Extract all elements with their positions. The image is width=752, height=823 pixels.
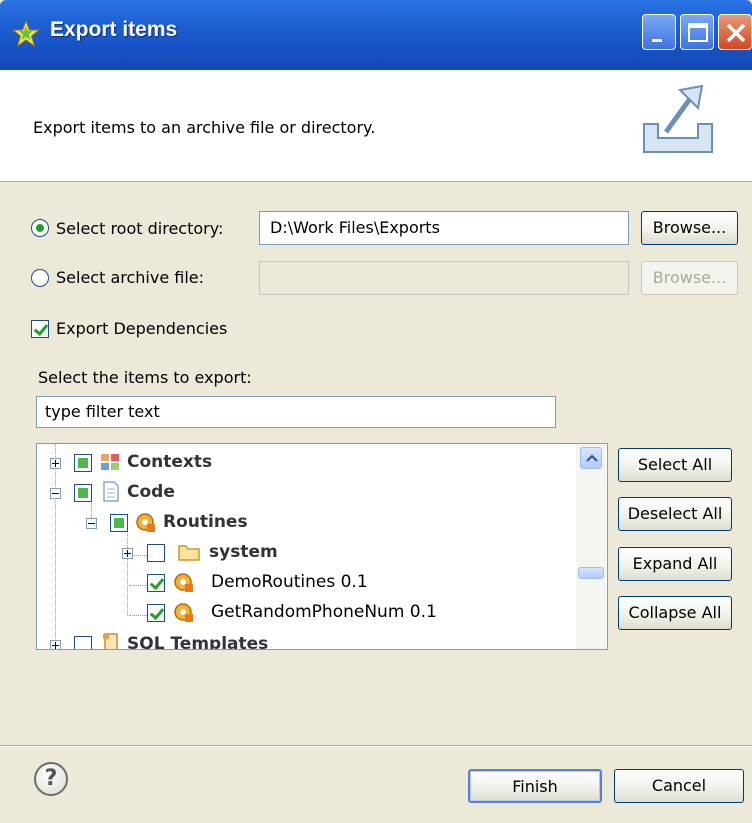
tree-item-label: SQL Templates: [127, 634, 269, 650]
items-tree[interactable]: Contexts Code Routines system DemoRoutin…: [36, 443, 608, 650]
select-all-button[interactable]: Select All: [618, 448, 732, 482]
expand-all-button[interactable]: Expand All: [618, 547, 732, 581]
archive-file-radio[interactable]: [31, 269, 49, 287]
tree-item-system[interactable]: system: [37, 538, 577, 568]
title-bar: Export items: [0, 0, 752, 70]
browse-root-button[interactable]: Browse...: [641, 211, 738, 245]
export-icon: [643, 84, 713, 153]
banner-message: Export items to an archive file or direc…: [33, 118, 376, 137]
expand-icon[interactable]: [50, 458, 61, 469]
close-icon: [726, 23, 746, 43]
folder-icon: [178, 545, 200, 561]
contexts-icon: [101, 454, 119, 470]
chevron-up-icon: [586, 454, 598, 462]
routine-icon: [174, 603, 193, 622]
document-icon: [103, 481, 119, 502]
tree-checkbox[interactable]: [74, 636, 92, 649]
tree-checkbox[interactable]: [147, 544, 165, 562]
tree-item-sql-templates[interactable]: SQL Templates: [37, 630, 577, 650]
routine-icon: [174, 573, 193, 592]
tree-item-label: Code: [127, 482, 175, 502]
tree-item-label: Routines: [163, 512, 248, 532]
items-section-label: Select the items to export:: [38, 368, 252, 387]
tree-checkbox[interactable]: [147, 574, 165, 592]
tree-item-label: GetRandomPhoneNum 0.1: [211, 602, 437, 622]
collapse-icon[interactable]: [86, 518, 97, 529]
tree-item-code[interactable]: Code: [37, 478, 577, 508]
window-title: Export items: [50, 18, 178, 41]
tree-checkbox[interactable]: [147, 604, 165, 622]
archive-file-field[interactable]: [259, 261, 629, 295]
tree-item-label: system: [209, 542, 278, 562]
deselect-all-button[interactable]: Deselect All: [618, 497, 732, 531]
tree-checkbox[interactable]: [74, 454, 92, 472]
tree-scrollbar[interactable]: [576, 444, 606, 649]
expand-icon[interactable]: [122, 548, 133, 559]
tree-item-contexts[interactable]: Contexts: [37, 448, 577, 478]
minimize-icon: [652, 39, 662, 42]
tree-checkbox[interactable]: [110, 514, 128, 532]
scroll-thumb[interactable]: [578, 567, 604, 579]
collapse-icon[interactable]: [50, 488, 61, 499]
filter-input[interactable]: type filter text: [36, 396, 556, 428]
collapse-all-button[interactable]: Collapse All: [618, 596, 732, 630]
routine-icon: [136, 513, 155, 532]
minimize-button[interactable]: [642, 14, 676, 50]
archive-file-label: Select archive file:: [56, 268, 205, 287]
root-directory-radio[interactable]: [31, 219, 49, 237]
help-icon: ?: [44, 766, 58, 791]
sql-templates-icon: [103, 633, 118, 649]
close-button[interactable]: [718, 14, 752, 50]
help-button[interactable]: ?: [34, 762, 68, 796]
export-dependencies-checkbox[interactable]: [31, 320, 49, 338]
scroll-up-button[interactable]: [580, 447, 602, 469]
maximize-button[interactable]: [680, 14, 714, 50]
cancel-button[interactable]: Cancel: [614, 769, 744, 803]
tree-item-demoroutines[interactable]: DemoRoutines 0.1: [37, 568, 577, 598]
tree-item-getrandomphonenum[interactable]: GetRandomPhoneNum 0.1: [37, 598, 577, 628]
finish-button[interactable]: Finish: [468, 769, 602, 803]
expand-icon[interactable]: [50, 640, 61, 649]
root-directory-label: Select root directory:: [56, 219, 224, 238]
browse-archive-button[interactable]: Browse...: [641, 261, 738, 295]
root-directory-field[interactable]: D:\Work Files\Exports: [259, 211, 629, 245]
maximize-icon: [688, 23, 708, 42]
export-dependencies-label: Export Dependencies: [56, 319, 228, 338]
tree-item-label: Contexts: [127, 452, 213, 472]
tree-item-label: DemoRoutines 0.1: [211, 572, 368, 592]
footer-divider: [0, 745, 752, 747]
tree-item-routines[interactable]: Routines: [37, 508, 577, 538]
tree-checkbox[interactable]: [74, 484, 92, 502]
star-icon: [11, 19, 41, 48]
